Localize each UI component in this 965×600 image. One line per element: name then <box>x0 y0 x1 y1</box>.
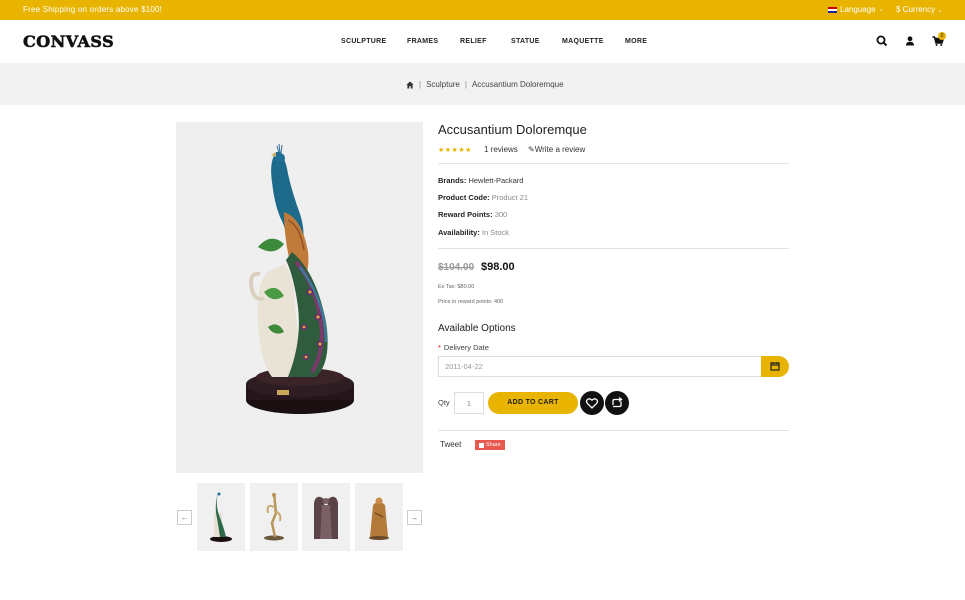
current-price: $98.00 <box>481 261 515 273</box>
reviews-count-link[interactable]: 1 reviews <box>484 145 518 154</box>
product-title: Accusantium Doloremque <box>438 122 587 137</box>
share-icon <box>479 442 484 448</box>
thumbnail-next-button[interactable]: → <box>407 510 422 525</box>
language-label: Language <box>840 5 876 14</box>
spec-product-code: Product Code: Product 21 <box>438 193 528 202</box>
nav-item-frames[interactable]: FRAMES <box>407 38 438 45</box>
thumbnail-2[interactable] <box>250 483 298 551</box>
qty-label: Qty <box>438 398 450 407</box>
home-icon[interactable] <box>406 81 414 89</box>
site-header: CONVASS SCULPTURE FRAMES RELIEF STATUE M… <box>0 20 965 63</box>
chevron-down-icon: ⌄ <box>937 8 943 14</box>
required-marker: * <box>438 343 441 352</box>
calendar-button[interactable] <box>761 356 789 377</box>
breadcrumb-link-sculpture[interactable]: Sculpture <box>426 80 460 89</box>
divider <box>438 430 789 431</box>
top-bar: Free Shipping on orders above $100! Lang… <box>0 0 965 20</box>
peacock-sculpture-image <box>246 143 354 414</box>
thumbnail-4[interactable] <box>355 483 403 551</box>
thumbnail-3[interactable] <box>302 483 350 551</box>
wishlist-button[interactable] <box>580 391 604 415</box>
cart-count-badge: 0 <box>938 32 946 40</box>
spec-label: Reward Points: <box>438 210 493 219</box>
product-main-image[interactable] <box>176 122 423 473</box>
write-review-link[interactable]: ✎Write a review <box>528 145 585 154</box>
brand-link[interactable]: Hewlett-Packard <box>468 176 523 185</box>
compare-icon <box>612 396 623 408</box>
breadcrumb-current: Accusantium Doloremque <box>471 80 564 89</box>
spec-label: Brands: <box>438 176 467 185</box>
language-selector[interactable]: Language ⌄ <box>828 5 884 14</box>
share-button[interactable]: Share <box>475 440 505 450</box>
nav-item-maquette[interactable]: MAQUETTE <box>562 38 604 45</box>
angel-thumbnail-image <box>314 496 338 539</box>
spec-label: Product Code: <box>438 193 490 202</box>
spec-value: Product 21 <box>491 193 529 202</box>
calendar-icon <box>770 362 780 371</box>
thumbnail-1[interactable] <box>197 483 245 551</box>
delivery-date-label: * Delivery Date <box>438 343 489 352</box>
ex-tax-price: Ex Tax: $80.00 <box>438 284 475 290</box>
peacock-thumbnail-image <box>210 492 232 542</box>
nav-item-sculpture[interactable]: SCULPTURE <box>341 38 386 45</box>
flag-icon <box>828 6 837 13</box>
quantity-input[interactable] <box>454 392 484 414</box>
add-to-cart-button[interactable]: ADD TO CART <box>488 392 578 414</box>
options-heading: Available Options <box>438 323 516 334</box>
nav-item-relief[interactable]: RELIEF <box>460 38 487 45</box>
user-icon[interactable] <box>903 34 917 48</box>
tweet-button[interactable]: Tweet <box>440 440 461 449</box>
dancer-thumbnail-image <box>264 492 284 541</box>
old-price: $104.00 <box>438 262 475 273</box>
spec-label: Availability: <box>438 228 480 237</box>
breadcrumb-separator: | <box>419 80 422 89</box>
site-logo[interactable]: CONVASS <box>23 32 114 52</box>
currency-selector[interactable]: $ Currency ⌄ <box>896 5 942 14</box>
heart-icon <box>585 398 599 409</box>
delivery-date-input[interactable] <box>438 356 761 377</box>
nav-item-statue[interactable]: STATUE <box>511 38 540 45</box>
chevron-down-icon: ⌄ <box>878 7 884 13</box>
breadcrumb: | Sculpture | Accusantium Doloremque <box>406 80 564 89</box>
breadcrumb-band: | Sculpture | Accusantium Doloremque <box>0 63 965 105</box>
currency-label: $ Currency <box>896 5 936 14</box>
spec-availability: Availability: In Stock <box>438 228 509 237</box>
nav-item-more[interactable]: MORE <box>625 38 647 45</box>
reward-points-price: Price in reward points: 400 <box>438 299 504 305</box>
delivery-date-text: Delivery Date <box>443 343 489 352</box>
write-review-label: Write a review <box>534 145 586 154</box>
spec-reward-points: Reward Points: 300 <box>438 210 507 219</box>
monk-thumbnail-image <box>369 497 389 540</box>
spec-value: 300 <box>494 210 508 219</box>
compare-button[interactable] <box>605 391 629 415</box>
thumbnail-prev-button[interactable]: ← <box>177 510 192 525</box>
spec-value: In Stock <box>481 228 510 237</box>
rating-stars: ★★★★★ <box>438 147 472 154</box>
breadcrumb-separator: | <box>464 80 467 89</box>
share-label: Share <box>486 442 501 448</box>
divider <box>438 248 789 249</box>
pencil-icon: ✎ <box>528 145 535 154</box>
search-icon[interactable] <box>875 34 889 48</box>
divider <box>438 163 789 164</box>
spec-brand: Brands: Hewlett-Packard <box>438 176 523 185</box>
shipping-promo: Free Shipping on orders above $100! <box>23 5 163 14</box>
